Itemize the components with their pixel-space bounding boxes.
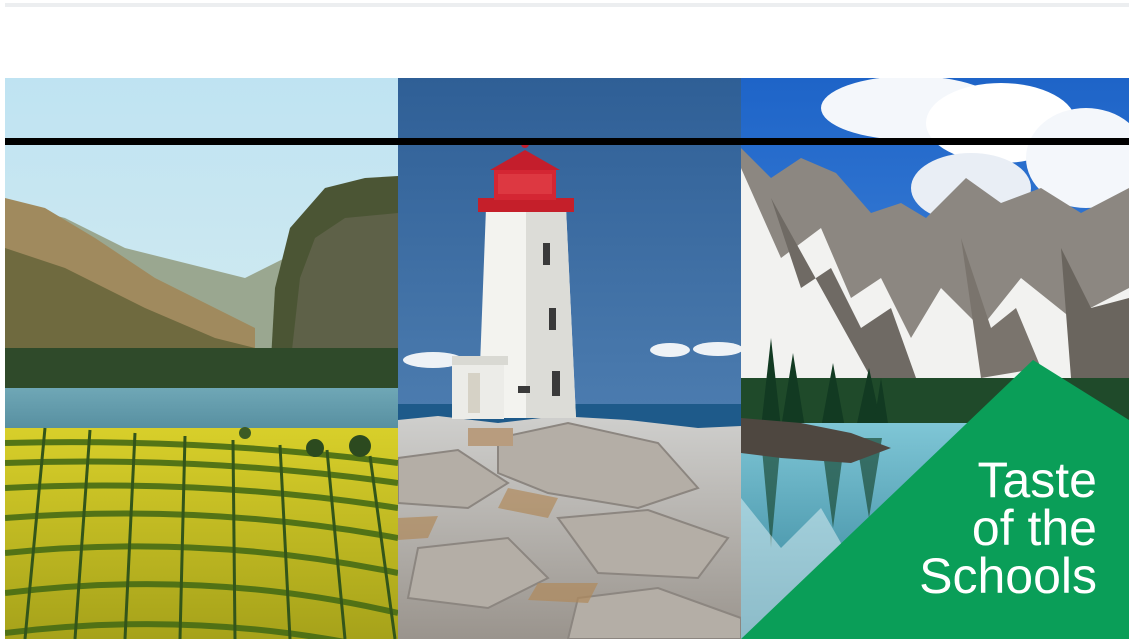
vineyard-lake-photo <box>5 78 398 639</box>
lighthouse-photo <box>398 78 741 639</box>
hero-collage: Taste of the Schools <box>5 78 1129 639</box>
horizontal-black-rule <box>5 138 1129 145</box>
top-divider <box>5 3 1129 7</box>
mountain-lake-photo <box>741 78 1129 639</box>
